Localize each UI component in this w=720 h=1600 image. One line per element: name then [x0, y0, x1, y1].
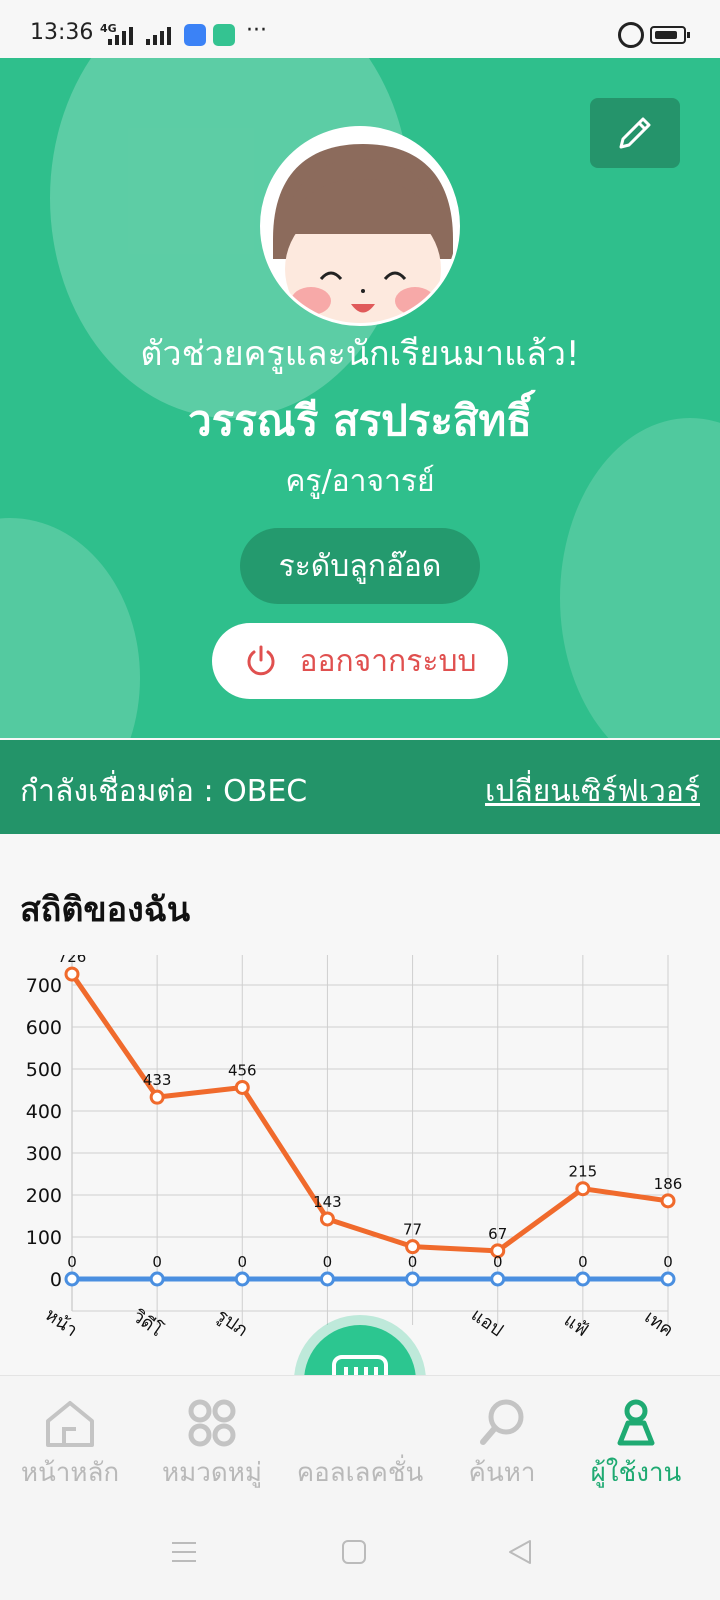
nav-user-label: ผู้ใช้งาน	[590, 1458, 682, 1488]
chart-data-point	[575, 1271, 591, 1287]
nav-search[interactable]: ค้นหา	[432, 1394, 572, 1493]
user-icon	[617, 1399, 655, 1446]
nav-collection-label: คอลเลคชั่น	[296, 1458, 424, 1488]
chart-data-point	[319, 1211, 335, 1227]
chart-data-label: 0	[408, 1253, 418, 1271]
chart-data-label: 0	[323, 1253, 333, 1271]
edit-profile-button[interactable]	[590, 98, 680, 168]
chart-y-tick-label: 0	[50, 1269, 62, 1291]
chart-data-point	[660, 1193, 676, 1209]
chart-data-label: 726	[58, 955, 87, 966]
nav-category-label: หมวดหมู่	[161, 1458, 263, 1488]
nav-user[interactable]: ผู้ใช้งาน	[566, 1394, 706, 1493]
chart-data-point	[149, 1089, 165, 1105]
logout-button-label: ออกจากระบบ	[299, 643, 477, 679]
avatar[interactable]	[260, 126, 460, 326]
chart-x-tick-label: หน้า	[41, 1304, 81, 1341]
chart-data-point	[405, 1239, 421, 1255]
chart-y-tick-label: 700	[26, 975, 62, 997]
logout-button[interactable]: ออกจากระบบ	[212, 623, 508, 699]
profile-header: ตัวช่วยครูและนักเรียนมาแล้ว! วรรณรี สรปร…	[0, 58, 720, 738]
chart-y-tick-label: 500	[26, 1059, 62, 1081]
app-notification-icon-2	[213, 24, 235, 46]
chart-data-label: 0	[152, 1253, 162, 1271]
chart-y-tick-label: 200	[26, 1185, 62, 1207]
chart-data-point	[660, 1271, 676, 1287]
stats-title: สถิติของฉัน	[20, 890, 191, 930]
chart-data-point	[490, 1271, 506, 1287]
nav-category[interactable]: หมวดหมู่	[142, 1394, 282, 1493]
home-icon	[46, 1401, 94, 1447]
user-role: ครู/อาจารย์	[285, 464, 435, 499]
chart-x-tick-label: แอป	[467, 1304, 507, 1341]
chart-y-tick-label: 600	[26, 1017, 62, 1039]
signal-icon	[108, 27, 133, 45]
status-bar: 13:36 4G ···	[0, 0, 720, 58]
chart-data-label: 0	[67, 1253, 77, 1271]
chart-data-point	[234, 1271, 250, 1287]
user-name: วรรณรี สรประสิทธิ์	[188, 396, 532, 445]
chart-data-label: 215	[569, 1163, 598, 1181]
chart-x-tick-label: รูปภ	[212, 1305, 251, 1341]
chart-series-line	[69, 972, 669, 1254]
battery-icon	[650, 26, 690, 44]
chart-y-tick-label: 100	[26, 1227, 62, 1249]
nav-home[interactable]: หน้าหลัก	[0, 1394, 140, 1493]
chart-data-label: 143	[313, 1193, 342, 1211]
power-icon	[247, 645, 275, 676]
chart-x-tick-label: เทค	[641, 1307, 678, 1341]
chart-data-point	[319, 1271, 335, 1287]
server-bar: กำลังเชื่อมต่อ : OBEC เปลี่ยนเซิร์ฟเวอร์	[0, 740, 720, 834]
chart-data-label: 77	[403, 1221, 422, 1239]
chart-x-tick-label: วิดีโ	[128, 1305, 167, 1341]
alarm-icon	[618, 22, 644, 48]
system-nav-bar	[0, 1500, 720, 1600]
level-button-label: ระดับลูกอ๊อด	[278, 548, 442, 584]
clock: 13:36	[30, 20, 94, 45]
chart-svg: 0 100 200 300 400 500 600 700 หน้า วิดีโ รูปภ แอป แฟ…	[26, 948, 683, 1341]
bottom-nav: หน้าหลัก หมวดหมู่ คอลเลคชั่น ค้นหา ผู้ใช…	[0, 1375, 720, 1500]
pencil-icon	[619, 117, 651, 149]
chart-data-point	[64, 1271, 80, 1287]
stats-chart: 0 100 200 300 400 500 600 700 หน้า วิดีโ รูปภ แอป แฟ…	[0, 948, 720, 1375]
chart-data-label: 456	[228, 1061, 257, 1079]
chart-data-point	[149, 1271, 165, 1287]
switch-server-link[interactable]: เปลี่ยนเซิร์ฟเวอร์	[485, 768, 700, 815]
chart-data-point	[234, 1079, 250, 1095]
connection-status: กำลังเชื่อมต่อ : OBEC	[20, 774, 308, 809]
nav-collection[interactable]: คอลเลคชั่น	[286, 1394, 434, 1493]
app-notification-icon	[184, 24, 206, 46]
more-notifications-icon: ···	[246, 18, 267, 43]
chart-y-tick-label: 400	[26, 1101, 62, 1123]
back-icon[interactable]	[506, 1538, 534, 1566]
nav-search-label: ค้นหา	[468, 1458, 536, 1488]
chart-data-label: 67	[488, 1225, 507, 1243]
chart-data-label: 0	[238, 1253, 248, 1271]
decor-blob	[0, 518, 140, 738]
signal-icon-2	[146, 27, 171, 45]
chart-y-tick-label: 300	[26, 1143, 62, 1165]
avatar-illustration	[263, 129, 457, 323]
chart-data-label: 186	[654, 1175, 683, 1193]
chart-data-label: 0	[578, 1253, 588, 1271]
greeting-text: ตัวช่วยครูและนักเรียนมาแล้ว!	[140, 334, 580, 374]
chart-data-label: 433	[143, 1071, 172, 1089]
chart-data-point	[575, 1181, 591, 1197]
menu-icon[interactable]	[170, 1540, 198, 1564]
chart-data-label: 0	[493, 1253, 503, 1271]
chart-data-point	[405, 1271, 421, 1287]
chart-data-point	[64, 966, 80, 982]
nav-home-label: หน้าหลัก	[20, 1458, 120, 1488]
level-button[interactable]: ระดับลูกอ๊อด	[240, 528, 480, 604]
search-icon	[480, 1399, 524, 1445]
category-icon	[188, 1399, 236, 1447]
chart-x-tick-label: แฟ้	[560, 1310, 592, 1341]
home-system-icon[interactable]	[340, 1538, 368, 1566]
chart-data-label: 0	[663, 1253, 673, 1271]
